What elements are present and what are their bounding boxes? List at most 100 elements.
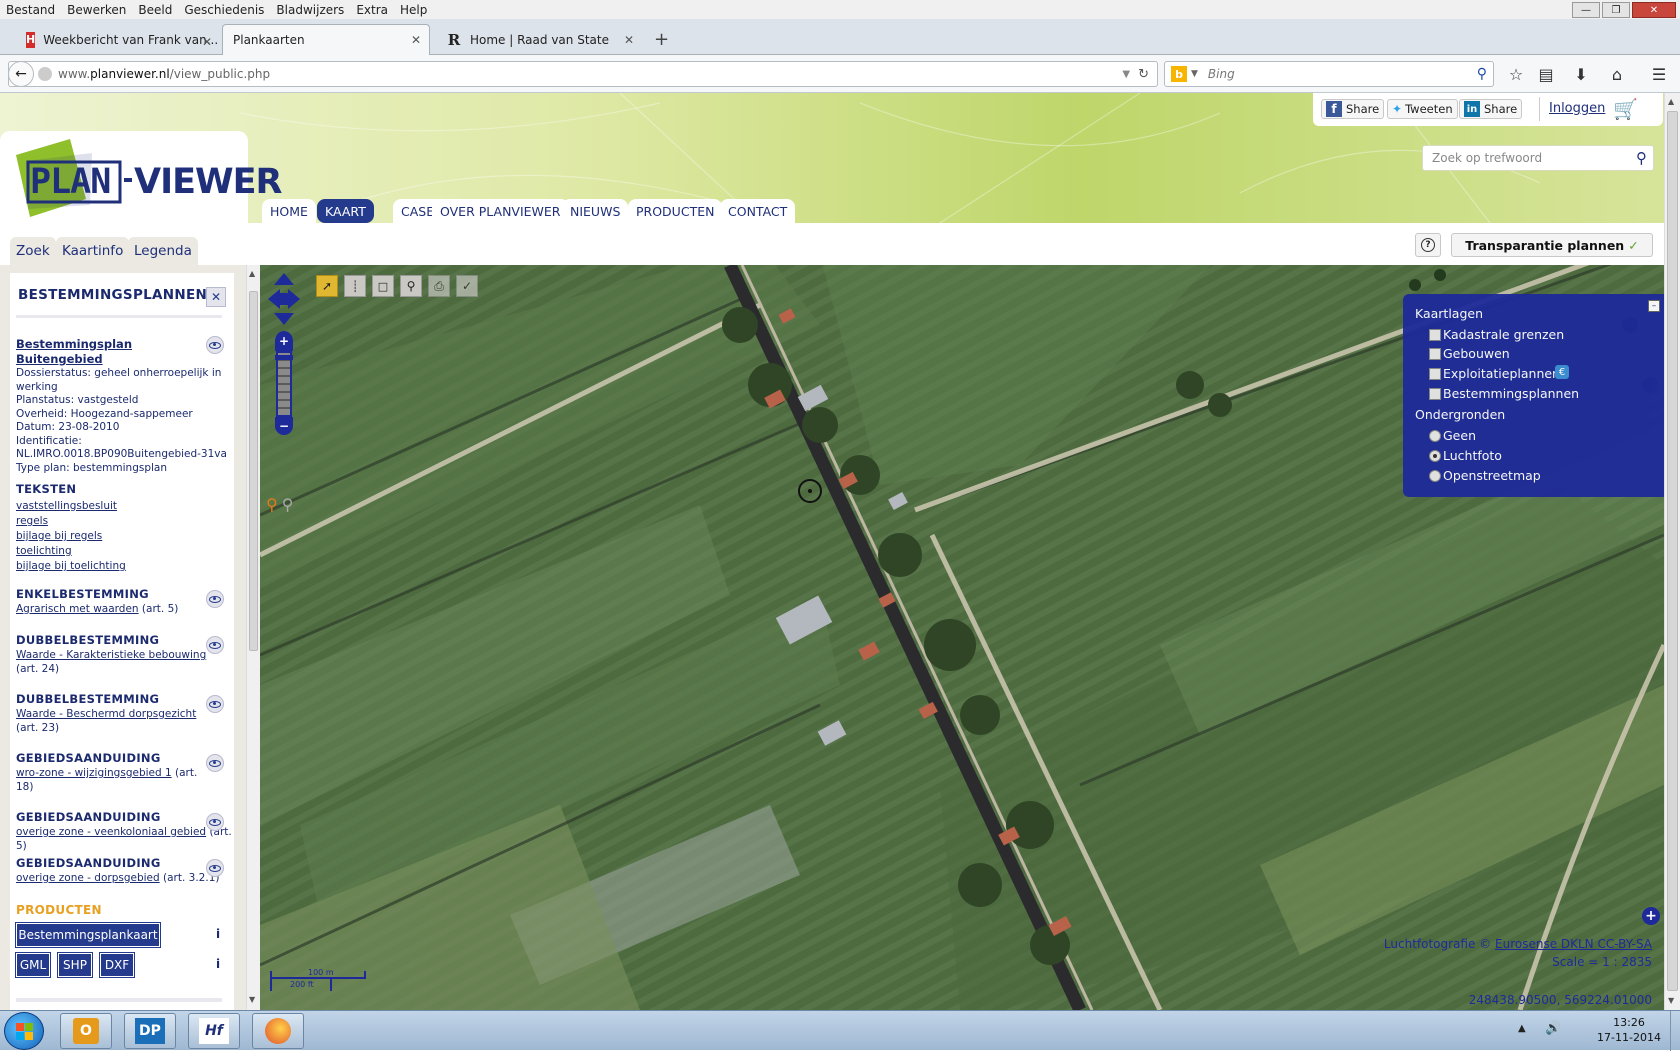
section-link[interactable]: overige zone - veenkoloniaal gebied [16, 826, 206, 838]
site-search-input[interactable]: Zoek op trefwoord ⚲ [1422, 145, 1654, 171]
section-link[interactable]: Waarde - Karakteristieke bebouwing [16, 649, 206, 661]
info-icon[interactable]: i [216, 957, 220, 971]
eye-icon[interactable] [206, 590, 224, 608]
transparantie-plannen-button[interactable]: Transparantie plannen ✓ [1451, 233, 1653, 257]
pan-control[interactable] [266, 271, 302, 327]
scroll-down-icon[interactable]: ▼ [1668, 996, 1674, 1005]
print-icon[interactable]: ⎙ [428, 275, 450, 297]
twitter-tweet-button[interactable]: ✦ Tweeten [1387, 99, 1458, 119]
login-link[interactable]: Inloggen [1549, 101, 1605, 116]
plan-title-link[interactable]: Bestemmingsplan [16, 337, 132, 352]
help-button[interactable]: ? [1415, 233, 1441, 257]
bookmark-star-icon[interactable]: ☆ [1505, 63, 1527, 85]
search-icon[interactable]: ⚲ [1636, 149, 1647, 167]
volume-icon[interactable]: 🔊 [1545, 1021, 1561, 1036]
zoom-in-icon[interactable]: + [275, 331, 293, 351]
eye-icon[interactable] [206, 754, 224, 772]
measure-area-icon[interactable]: □ [372, 275, 394, 297]
show-desktop-button[interactable] [1670, 1011, 1680, 1051]
tab-weekbericht[interactable]: H Weekbericht van Frank van... [16, 24, 226, 55]
zoom-next-icon[interactable]: ⚲ [282, 495, 294, 514]
menu-geschiedenis[interactable]: Geschiedenis [178, 3, 270, 17]
zoom-slider[interactable] [276, 351, 292, 417]
linkedin-share-button[interactable]: in Share [1459, 99, 1523, 119]
close-tab-icon[interactable]: ✕ [202, 35, 212, 49]
tekst-link[interactable]: vaststellingsbesluit [16, 499, 126, 514]
close-window-icon[interactable]: ✕ [1632, 2, 1676, 18]
start-button[interactable] [4, 1012, 44, 1050]
planviewer-logo[interactable]: PLAN VIEWER [0, 131, 282, 223]
download-icon[interactable]: ⬇ [1570, 63, 1592, 85]
scroll-down-icon[interactable]: ▼ [249, 995, 255, 1004]
panel-scrollbar[interactable]: ▲ ▼ [246, 265, 260, 1010]
scroll-up-icon[interactable]: ▲ [249, 269, 255, 278]
minimize-panel-icon[interactable]: – [1648, 300, 1660, 312]
checkbox-bestemmingsplannen[interactable] [1429, 388, 1441, 400]
close-tab-icon[interactable]: ✕ [411, 33, 421, 47]
tab-kaartinfo[interactable]: Kaartinfo [56, 237, 130, 265]
info-icon[interactable]: i [216, 927, 220, 941]
menu-beeld[interactable]: Beeld [132, 3, 178, 17]
plan-title-link[interactable]: Buitengebied [16, 352, 132, 367]
section-link[interactable]: Waarde - Beschermd dorpsgezicht [16, 708, 196, 720]
tab-zoek[interactable]: Zoek [10, 237, 56, 265]
browser-search-bar[interactable]: b ▼ Bing ⚲ [1164, 61, 1494, 87]
expand-overview-icon[interactable]: + [1642, 907, 1660, 925]
url-bar[interactable]: ← www. planviewer.nl/view_public.php ▼ ↻ [8, 61, 1158, 87]
home-icon[interactable]: ⌂ [1606, 63, 1628, 85]
section-link[interactable]: overige zone - dorpsgebied [16, 872, 160, 884]
zoom-previous-icon[interactable]: ⚲ [266, 495, 278, 514]
zoom-out-icon[interactable]: − [275, 417, 293, 435]
tekst-link[interactable]: bijlage bij regels [16, 529, 126, 544]
scroll-up-icon[interactable]: ▲ [1668, 97, 1674, 106]
menu-help[interactable]: Help [394, 3, 433, 17]
menu-bladwijzers[interactable]: Bladwijzers [270, 3, 350, 17]
radio-geen[interactable] [1429, 430, 1441, 442]
nav-kaart[interactable]: KAART [317, 199, 374, 223]
radio-luchtfoto[interactable] [1429, 450, 1441, 462]
facebook-share-button[interactable]: f Share [1321, 99, 1385, 119]
eye-icon[interactable] [206, 636, 224, 654]
section-link[interactable]: wro-zone - wijzigingsgebied 1 [16, 767, 172, 779]
page-scrollbar[interactable]: ▲ ▼ [1664, 93, 1680, 1010]
checkbox-kadastrale-grenzen[interactable] [1429, 329, 1441, 341]
checkbox-exploitatieplannen[interactable] [1429, 368, 1441, 380]
restore-icon[interactable]: ❐ [1602, 2, 1630, 18]
taskbar-hf[interactable]: Hf [188, 1013, 240, 1049]
minimize-icon[interactable]: — [1572, 2, 1600, 18]
tab-legenda[interactable]: Legenda [128, 237, 198, 265]
eye-icon[interactable] [206, 813, 224, 831]
nav-contact[interactable]: CONTACT [720, 199, 796, 223]
gml-button[interactable]: GML [15, 952, 51, 978]
checkbox-gebouwen[interactable] [1429, 348, 1441, 360]
search-icon[interactable]: ⚲ [1477, 66, 1487, 82]
taskbar-firefox[interactable] [252, 1013, 304, 1049]
tab-raad-van-state[interactable]: R Home | Raad van State ✕ [436, 24, 642, 55]
tray-arrow-icon[interactable]: ▲ [1518, 1023, 1526, 1034]
shp-button[interactable]: SHP [57, 952, 93, 978]
reading-list-icon[interactable]: ▤ [1535, 63, 1557, 85]
nav-over-planviewer[interactable]: OVER PLANVIEWER [432, 199, 569, 223]
nav-producten[interactable]: PRODUCTEN [628, 199, 723, 223]
zoom-box-icon[interactable]: ⚲ [400, 275, 422, 297]
clock[interactable]: 13:26 17-11-2014 [1592, 1015, 1666, 1045]
tab-plankaarten[interactable]: Plankaarten ✕ [222, 24, 430, 55]
engine-dropdown-icon[interactable]: ▼ [1191, 69, 1198, 79]
shopping-cart-icon[interactable]: 🛒 [1613, 97, 1638, 121]
tekst-link[interactable]: toelichting [16, 544, 126, 559]
taskbar-dp[interactable]: DP [124, 1013, 176, 1049]
tekst-link[interactable]: bijlage bij toelichting [16, 559, 126, 574]
dropdown-arrow-icon[interactable]: ▼ [1122, 69, 1130, 80]
nav-nieuws[interactable]: NIEUWS [562, 199, 629, 223]
reload-icon[interactable]: ↻ [1138, 67, 1149, 82]
info-pointer-icon[interactable]: ➚ [316, 275, 338, 297]
section-link[interactable]: Agrarisch met waarden [16, 603, 139, 615]
taskbar-outlook[interactable]: O [60, 1013, 112, 1049]
radio-openstreetmap[interactable] [1429, 470, 1441, 482]
tekst-link[interactable]: regels [16, 514, 126, 529]
menu-bestand[interactable]: Bestand [0, 3, 61, 17]
new-tab-icon[interactable]: + [654, 29, 669, 50]
dxf-button[interactable]: DXF [99, 952, 135, 978]
eye-icon[interactable] [206, 859, 224, 877]
menu-icon[interactable]: ☰ [1648, 63, 1670, 85]
